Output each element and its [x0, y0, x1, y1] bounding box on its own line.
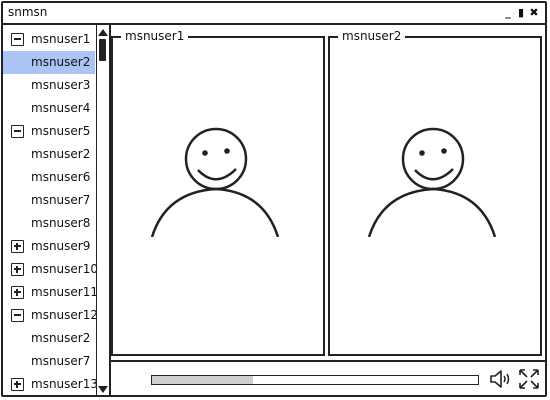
- minimize-icon[interactable]: _: [503, 6, 513, 19]
- window-title: snmsn: [8, 5, 48, 19]
- tree-row-label: msnuser6: [31, 170, 91, 184]
- tree-row-label: msnuser4: [31, 101, 91, 115]
- scroll-up-icon[interactable]: [98, 29, 108, 36]
- tree-item-row[interactable]: msnuser8: [3, 212, 95, 235]
- tree-row-label: msnuser2: [31, 55, 91, 69]
- tree-item-row[interactable]: msnuser2: [3, 143, 95, 166]
- tree-row-label: msnuser8: [31, 216, 91, 230]
- fullscreen-icon[interactable]: [518, 368, 540, 390]
- collapse-icon[interactable]: [11, 125, 24, 138]
- tree-group-row[interactable]: msnuser12: [3, 304, 98, 327]
- expand-icon[interactable]: [11, 378, 24, 391]
- collapse-icon[interactable]: [11, 33, 24, 46]
- tree-row-label: msnuser13: [31, 377, 98, 391]
- window-controls: _ ▮ ✖: [503, 6, 539, 19]
- video-panel-1: msnuser1: [111, 29, 325, 356]
- tree-group-row[interactable]: msnuser5: [3, 120, 95, 143]
- tree-row-label: msnuser7: [31, 193, 91, 207]
- tree-row-label: msnuser2: [31, 147, 91, 161]
- tree-row-label: msnuser12: [31, 308, 98, 322]
- player-controls: [111, 360, 545, 394]
- tree-group-row[interactable]: msnuser9: [3, 235, 95, 258]
- tree-row-label: msnuser2: [31, 331, 91, 345]
- user-avatar-icon: [367, 127, 497, 237]
- progress-fill: [152, 376, 254, 384]
- tree-item-row[interactable]: msnuser2: [3, 327, 95, 350]
- tree-item-row[interactable]: msnuser6: [3, 166, 95, 189]
- video-panel-1-label: msnuser1: [121, 29, 189, 43]
- tree-row-label: msnuser5: [31, 124, 91, 138]
- tree-group-row[interactable]: msnuser1: [3, 28, 95, 51]
- video-panel-2: msnuser2: [328, 29, 542, 356]
- progress-bar[interactable]: [151, 375, 479, 385]
- tree-row-label: msnuser11: [31, 285, 98, 299]
- expand-icon[interactable]: [11, 240, 24, 253]
- tree-item-row[interactable]: msnuser2: [3, 51, 95, 74]
- tree-row-label: msnuser3: [31, 78, 91, 92]
- expand-icon[interactable]: [11, 263, 24, 276]
- close-icon[interactable]: ✖: [529, 6, 539, 19]
- maximize-icon[interactable]: ▮: [516, 6, 526, 19]
- tree-row-label: msnuser1: [31, 32, 91, 46]
- tree-scrollbar[interactable]: [96, 25, 109, 397]
- contact-tree: msnuser1 msnuser2 msnuser3 msnuser4 msnuser5…: [3, 25, 111, 397]
- collapse-icon[interactable]: [11, 309, 24, 322]
- tree-item-row[interactable]: msnuser3: [3, 74, 95, 97]
- contact-tree-list: msnuser1 msnuser2 msnuser3 msnuser4 msnuser5…: [3, 28, 98, 396]
- tree-item-row[interactable]: msnuser7: [3, 189, 95, 212]
- tree-item-row[interactable]: msnuser4: [3, 97, 95, 120]
- expand-icon[interactable]: [11, 286, 24, 299]
- tree-row-label: msnuser7: [31, 354, 91, 368]
- tree-group-row[interactable]: msnuser13: [3, 373, 98, 396]
- speaker-icon[interactable]: [489, 368, 513, 390]
- scroll-thumb[interactable]: [99, 39, 106, 61]
- title-bar: snmsn _ ▮ ✖: [3, 3, 545, 25]
- tree-group-row[interactable]: msnuser10: [3, 258, 98, 281]
- tree-item-row[interactable]: msnuser7: [3, 350, 95, 373]
- tree-group-row[interactable]: msnuser11: [3, 281, 98, 304]
- user-avatar-icon: [150, 127, 280, 237]
- video-panel-2-label: msnuser2: [338, 29, 406, 43]
- scroll-down-icon[interactable]: [98, 386, 108, 393]
- tree-row-label: msnuser9: [31, 239, 91, 253]
- tree-row-label: msnuser10: [31, 262, 98, 276]
